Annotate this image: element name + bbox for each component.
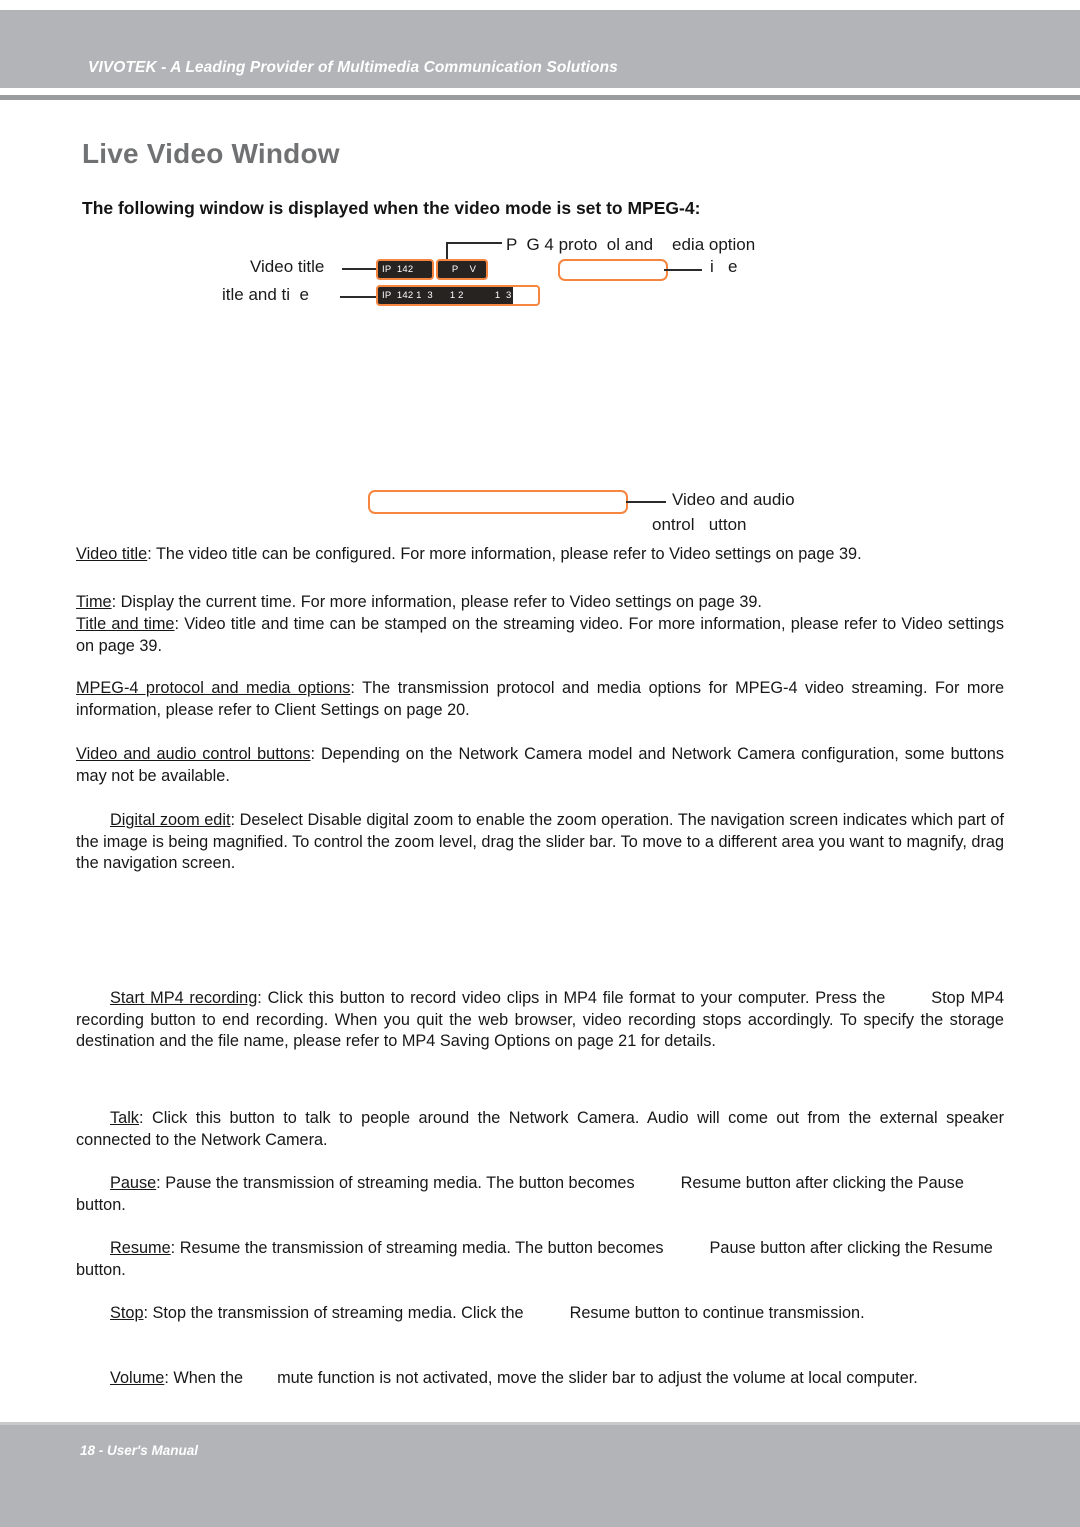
text-resume-a: : Resume the transmission of streaming m… [170,1239,664,1257]
paragraph-volume: Volume: When the mute function is not act… [76,1368,1004,1390]
paragraph-video-audio-buttons: Video and audio control buttons: Dependi… [76,744,1004,787]
text-volume-a: : When the [164,1369,244,1387]
term-mpeg4-protocol: MPEG-4 protocol and media options [76,679,351,697]
term-time: Time [76,593,112,611]
paragraph-start-mp4-recording: Start MP4 recording: Click this button t… [76,988,1004,1053]
paragraph-video-title: Video title: The video title can be conf… [76,544,1004,566]
video-audio-control-highlight-box [368,490,628,514]
paragraph-talk: Talk: Click this button to talk to peopl… [76,1108,1004,1151]
time-highlight-box [558,259,668,281]
footer-banner [0,1425,1080,1527]
leader-line-mpeg4-horizontal [446,242,502,244]
term-resume: Resume [110,1239,171,1257]
header-divider-rule [0,95,1080,100]
paragraph-digital-zoom: Digital zoom edit: Deselect Disable digi… [76,810,1004,875]
title-time-statusbar: IP 142 1 3 1 2 1 3 [376,285,540,306]
callout-title-and-time-label: itle and ti e [222,285,309,304]
leader-line-video-title [342,268,376,270]
codec-statusbar: P V [436,259,488,280]
page-title: Live Video Window [82,138,340,169]
text-stop-a: : Stop the transmission of streaming med… [143,1304,524,1322]
text-title-and-time: : Video title and time can be stamped on… [76,615,1004,655]
paragraph-mpeg4-protocol: MPEG-4 protocol and media options: The t… [76,678,1004,721]
callout-time-label: i e [710,257,738,276]
video-title-statusbar: IP 142 [376,259,434,280]
callout-video-title-label: Video title [250,257,325,276]
callout-video-audio-control-line1: Video and audio [672,490,795,509]
term-stop: Stop [110,1304,144,1322]
term-video-audio-buttons: Video and audio control buttons [76,745,311,763]
leader-line-title-and-time [340,296,376,298]
leader-line-video-audio-control [626,501,666,503]
term-video-title: Video title [76,545,148,563]
leader-line-time [664,269,702,271]
live-video-window-figure: P G 4 proto ol and edia option Video tit… [0,228,1080,538]
term-start-mp4: Start MP4 recording [110,989,258,1007]
text-start-mp4-a: : Click this button to record video clip… [257,989,886,1007]
term-volume: Volume [110,1369,165,1387]
footer-page-label: 18 - User's Manual [80,1443,199,1458]
text-pause-a: : Pause the transmission of streaming me… [156,1174,635,1192]
page-subtitle: The following window is displayed when t… [82,198,701,218]
codec-statusbar-text: P V [451,264,477,275]
term-talk: Talk [110,1109,139,1127]
text-talk: : Click this button to talk to people ar… [76,1109,1004,1149]
text-video-title: : The video title can be configured. For… [147,545,862,563]
video-title-statusbar-text: IP 142 [382,264,414,275]
text-volume-b: mute function is not activated, move the… [277,1369,918,1387]
callout-video-audio-control-line2: ontrol utton [652,515,747,534]
term-title-and-time: Title and time [76,615,175,633]
header-banner-text: VIVOTEK - A Leading Provider of Multimed… [88,59,618,76]
paragraph-resume: Resume: Resume the transmission of strea… [76,1238,1004,1281]
term-digital-zoom: Digital zoom edit [110,811,231,829]
paragraph-time: Time: Display the current time. For more… [76,592,1004,614]
callout-mpeg4-protocol-label: P G 4 proto ol and edia option [506,235,756,254]
term-pause: Pause [110,1174,157,1192]
paragraph-title-and-time: Title and time: Video title and time can… [76,614,1004,657]
text-time: : Display the current time. For more inf… [111,593,762,611]
paragraph-pause: Pause: Pause the transmission of streami… [76,1173,1004,1216]
text-stop-b: Resume button to continue transmission. [569,1304,865,1322]
paragraph-stop: Stop: Stop the transmission of streaming… [76,1303,1004,1325]
title-time-statusbar-text: IP 142 1 3 1 2 1 3 [382,290,512,301]
